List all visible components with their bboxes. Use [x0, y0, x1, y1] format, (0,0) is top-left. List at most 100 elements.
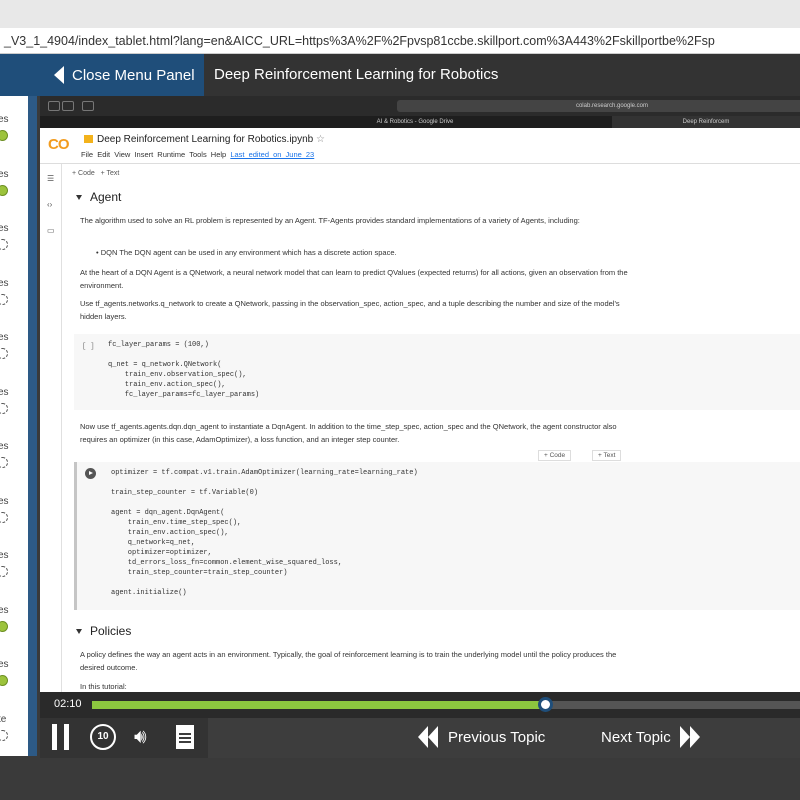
- sidebar-topic-item[interactable]: es: [0, 659, 28, 699]
- notebook-menu-item[interactable]: Help: [211, 150, 226, 159]
- close-menu-panel-button[interactable]: Close Menu Panel: [0, 54, 204, 96]
- sidebar-topic-label: es: [0, 659, 9, 670]
- incomplete-status-icon: [0, 348, 8, 359]
- back-icon: [48, 101, 60, 111]
- collapse-icon: [76, 195, 82, 201]
- completed-status-icon: [0, 620, 8, 632]
- notebook-menu-item[interactable]: Runtime: [157, 150, 185, 159]
- next-topic-button[interactable]: Next Topic: [601, 729, 671, 746]
- add-text-label: + Text: [100, 170, 120, 177]
- notebook-menu-item[interactable]: Insert: [134, 150, 153, 159]
- add-text-button[interactable]: + Text: [592, 450, 622, 461]
- toc-icon: ☰: [47, 174, 55, 183]
- last-edited-link[interactable]: Last edited on June 23: [230, 150, 314, 159]
- bottom-bar: [0, 758, 800, 800]
- embedded-tabs: AI & Robotics - Google Drive Deep Reinfo…: [40, 116, 800, 128]
- sidebar-topic-item[interactable]: es: [0, 278, 28, 318]
- app-root: _V3_1_4904/index_tablet.html?lang=en&AIC…: [0, 0, 800, 800]
- section-policies-title: Policies: [90, 624, 132, 638]
- incomplete-status-icon: [0, 239, 8, 250]
- paragraph: A policy defines the way an agent acts i…: [80, 650, 617, 672]
- incomplete-status-icon: [0, 457, 8, 468]
- forward-icon: [62, 101, 74, 111]
- sidebar-topic-label: es: [0, 495, 9, 507]
- sidebar-topic-item[interactable]: es: [0, 223, 28, 263]
- collapse-icon: [76, 629, 82, 635]
- code-text: fc_layer_params = (100,) q_net = q_netwo…: [108, 341, 260, 399]
- transcript-icon[interactable]: [176, 725, 194, 749]
- section-agent-title: Agent: [90, 190, 122, 204]
- completed-status-icon: [0, 130, 8, 141]
- add-code-button[interactable]: + Code: [538, 450, 572, 461]
- arrow-left-icon: [54, 66, 64, 84]
- elapsed-time: 02:10: [54, 698, 82, 710]
- code-icon: ‹›: [47, 200, 53, 209]
- colab-header: CO Deep Reinforcement Learning for Robot…: [40, 128, 800, 164]
- embedded-tab-drive: AI & Robotics - Google Drive: [376, 119, 454, 125]
- embedded-browser-toolbar: colab.research.google.com: [40, 96, 800, 116]
- sidebar-topic-label: es: [0, 386, 9, 398]
- notebook-title: Deep Reinforcement Learning for Robotics…: [84, 134, 325, 145]
- incomplete-status-icon: [0, 729, 8, 741]
- sidebar-topic-item[interactable]: te: [0, 714, 28, 754]
- sidebar-topic-item[interactable]: es: [0, 387, 28, 427]
- paragraph: The algorithm used to solve an RL proble…: [80, 216, 580, 225]
- notebook-menu-item[interactable]: Edit: [97, 150, 110, 159]
- sidebar-topic-label: te: [0, 713, 7, 725]
- pause-icon[interactable]: [52, 724, 70, 750]
- notebook-menu: File Edit View Insert Runtime Tools Help…: [81, 150, 314, 159]
- sidebar-topic-item[interactable]: es: [0, 169, 28, 209]
- paragraph: Use tf_agents.networks.q_network to crea…: [80, 299, 620, 321]
- sidebar-scrollbar[interactable]: [28, 96, 37, 756]
- drive-icon: [84, 135, 93, 144]
- add-code-label: + Code: [72, 170, 95, 177]
- paragraph: Now use tf_agents.agents.dqn.dqn_agent t…: [80, 422, 617, 444]
- sidebar-topic-item[interactable]: es: [0, 550, 28, 590]
- sidebar-topic-label: es: [0, 604, 9, 616]
- address-bar[interactable]: _V3_1_4904/index_tablet.html?lang=en&AIC…: [0, 28, 800, 54]
- embedded-tab-notebook: Deep Reinforcem: [612, 116, 800, 128]
- sidebar-topic-label: es: [0, 277, 9, 289]
- bullet-text: DQN The DQN agent can be used in any env…: [100, 248, 397, 257]
- sidebar-topic-item[interactable]: es: [0, 496, 28, 536]
- incomplete-status-icon: [0, 293, 8, 305]
- browser-chrome: [0, 0, 800, 28]
- sidebar-topic-label: es: [0, 441, 9, 452]
- incomplete-status-icon: [0, 511, 8, 523]
- notebook-menu-item[interactable]: View: [114, 150, 130, 159]
- run-cell-icon[interactable]: [85, 468, 96, 479]
- incomplete-status-icon: [0, 566, 8, 577]
- cell-bracket: [ ]: [82, 343, 95, 351]
- code-cell[interactable]: [ ] fc_layer_params = (100,) q_net = q_n…: [74, 334, 800, 410]
- notebook-command-bar: + Code + Text: [72, 170, 119, 177]
- next-double-arrow-icon[interactable]: [680, 726, 700, 748]
- completed-status-icon: [0, 184, 8, 196]
- sidebar-topic-item[interactable]: es: [0, 441, 28, 481]
- bullet-item: • DQN The DQN agent can be used in any e…: [96, 248, 397, 257]
- embedded-url: colab.research.google.com: [397, 100, 800, 112]
- section-agent: Agent: [76, 190, 121, 204]
- section-policies: Policies: [76, 624, 131, 638]
- volume-icon[interactable]: 🔊︎: [134, 726, 147, 749]
- sidebar-topic-item[interactable]: es: [0, 114, 28, 154]
- incomplete-status-icon: [0, 402, 8, 414]
- sidebar-icon: [82, 101, 94, 111]
- sidebar-topic-item[interactable]: es: [0, 332, 28, 372]
- code-text: optimizer = tf.compat.v1.train.AdamOptim…: [111, 469, 418, 597]
- replay-10-icon[interactable]: 10: [90, 724, 116, 750]
- folder-icon: ▭: [47, 226, 55, 235]
- notebook-menu-item[interactable]: File: [81, 150, 93, 159]
- video-frame: colab.research.google.com AI & Robotics …: [40, 96, 800, 696]
- sidebar-topic-label: es: [0, 332, 9, 343]
- close-menu-label: Close Menu Panel: [72, 66, 195, 84]
- sidebar-topic-label: es: [0, 223, 9, 234]
- colab-logo: CO: [48, 136, 69, 153]
- progress-fill: [92, 701, 546, 709]
- previous-double-arrow-icon[interactable]: [418, 726, 438, 748]
- notebook-menu-item[interactable]: Tools: [189, 150, 207, 159]
- previous-topic-button[interactable]: Previous Topic: [448, 729, 545, 746]
- sidebar-topic-label: es: [0, 114, 9, 125]
- code-cell-active[interactable]: optimizer = tf.compat.v1.train.AdamOptim…: [74, 462, 800, 610]
- notebook-content: + Code + Text Agent The algorithm used t…: [64, 164, 800, 696]
- sidebar-topic-item[interactable]: es: [0, 605, 28, 645]
